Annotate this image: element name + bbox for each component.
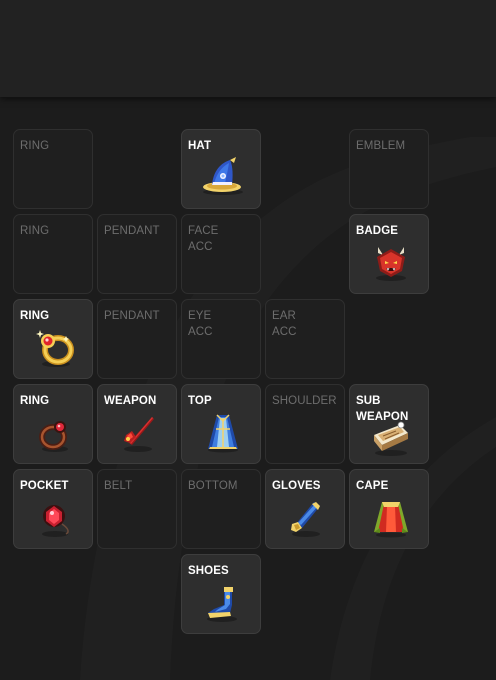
slot-belt[interactable]: BELT xyxy=(97,469,177,549)
slot-label: PENDANT xyxy=(104,310,160,322)
slot-label: EYE ACC xyxy=(188,310,213,338)
slot-label: RING xyxy=(20,395,50,407)
slot-top[interactable]: TOP xyxy=(181,384,261,464)
slot-label: RING xyxy=(20,140,50,152)
slot-label: SHOULDER xyxy=(272,395,337,407)
slot-pendant-2[interactable]: PENDANT xyxy=(97,299,177,379)
blue-shoe-icon xyxy=(200,579,246,625)
red-staff-icon xyxy=(116,409,162,455)
slot-label: WEAPON xyxy=(104,395,157,407)
slot-ring-3[interactable]: RING xyxy=(13,299,93,379)
slot-emblem[interactable]: EMBLEM xyxy=(349,129,429,209)
slot-shoulder[interactable]: SHOULDER xyxy=(265,384,345,464)
wizard-hat-icon xyxy=(200,154,246,200)
slot-ear-acc[interactable]: EAR ACC xyxy=(265,299,345,379)
red-gem-ring-icon xyxy=(32,409,78,455)
slot-label: RING xyxy=(20,225,50,237)
slot-label: BADGE xyxy=(356,225,399,237)
slot-gloves[interactable]: GLOVES xyxy=(265,469,345,549)
slot-label: PENDANT xyxy=(104,225,160,237)
slot-label: RING xyxy=(20,310,50,322)
slot-sub-weapon[interactable]: SUB WEAPON xyxy=(349,384,429,464)
slot-label: HAT xyxy=(188,140,212,152)
slot-hat[interactable]: HAT xyxy=(181,129,261,209)
slot-shoes[interactable]: SHOES xyxy=(181,554,261,634)
slot-label: BELT xyxy=(104,480,133,492)
slot-label: CAPE xyxy=(356,480,389,492)
demon-badge-icon xyxy=(368,239,414,285)
equipment-grid: RING HAT EMBLEM RING PENDANT FACE ACC BA… xyxy=(13,129,429,634)
slot-label: GLOVES xyxy=(272,480,321,492)
slot-pendant-1[interactable]: PENDANT xyxy=(97,214,177,294)
slot-face-acc[interactable]: FACE ACC xyxy=(181,214,261,294)
spellbook-icon xyxy=(368,413,414,459)
red-gem-orb-icon xyxy=(32,494,78,540)
slot-label: BOTTOM xyxy=(188,480,238,492)
slot-label: EAR ACC xyxy=(272,310,297,338)
top-bar xyxy=(0,0,496,97)
slot-badge[interactable]: BADGE xyxy=(349,214,429,294)
slot-pocket[interactable]: POCKET xyxy=(13,469,93,549)
gloves-icon xyxy=(284,494,330,540)
blue-robe-icon xyxy=(200,409,246,455)
slot-ring-1[interactable]: RING xyxy=(13,129,93,209)
slot-weapon[interactable]: WEAPON xyxy=(97,384,177,464)
slot-ring-4[interactable]: RING xyxy=(13,384,93,464)
slot-label: FACE ACC xyxy=(188,225,219,253)
slot-bottom[interactable]: BOTTOM xyxy=(181,469,261,549)
slot-eye-acc[interactable]: EYE ACC xyxy=(181,299,261,379)
slot-cape[interactable]: CAPE xyxy=(349,469,429,549)
slot-label: EMBLEM xyxy=(356,140,406,152)
slot-label: TOP xyxy=(188,395,212,407)
slot-label: SHOES xyxy=(188,565,229,577)
slot-label: POCKET xyxy=(20,480,69,492)
cape-icon xyxy=(368,494,414,540)
gold-ring-icon xyxy=(32,324,78,370)
slot-ring-2[interactable]: RING xyxy=(13,214,93,294)
